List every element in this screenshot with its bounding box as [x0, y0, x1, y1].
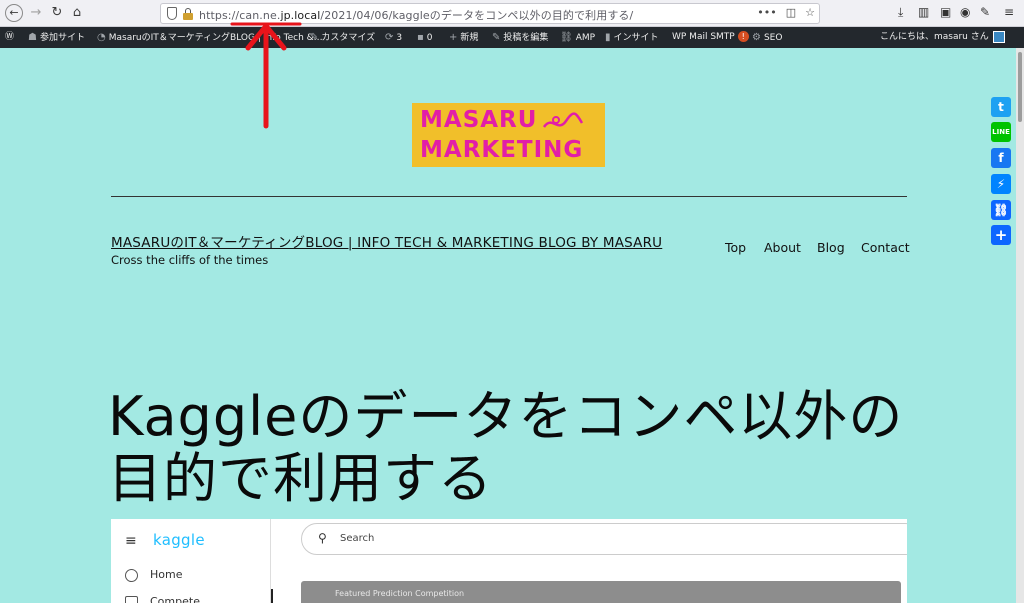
kaggle-nav-compete: Compete [125, 595, 200, 603]
my-sites-link[interactable]: ☗ 参加サイト [28, 27, 85, 48]
brush-icon: ✎ [310, 32, 319, 43]
hamburger-icon: ≡ [125, 533, 137, 549]
compass-icon [125, 568, 138, 582]
kaggle-nav-home: Home [125, 568, 182, 582]
kaggle-sidebar: ≡ kaggle Home Compete [111, 519, 271, 603]
insights-link[interactable]: ▮ インサイト [605, 27, 659, 48]
line-share-icon[interactable]: LINE [991, 122, 1011, 142]
wp-mail-smtp-link[interactable]: WP Mail SMTP! [672, 27, 749, 48]
twitter-share-icon[interactable]: t [991, 97, 1011, 117]
address-bar[interactable]: https://can.ne.jp.local/2021/04/06/kaggl… [160, 3, 820, 24]
site-logo[interactable]: MASARU MARKETING [412, 103, 605, 167]
dashboard-icon: ◔ [97, 32, 106, 43]
nav-top[interactable]: Top [725, 240, 746, 255]
wordpress-icon[interactable]: Ⓦ [5, 27, 14, 48]
logo-swirl-icon [542, 112, 584, 128]
nav-about[interactable]: About [764, 240, 801, 255]
updates-icon: ⟳ [385, 32, 394, 43]
scrollbar-track[interactable] [1016, 48, 1024, 603]
my-account-link[interactable]: こんにちは、masaru さん [880, 27, 1005, 48]
extension-icon[interactable]: ✎ [980, 5, 990, 19]
seo-gear-icon: ⚙ [752, 32, 761, 43]
kaggle-logo: kaggle [153, 531, 205, 549]
copy-link-icon[interactable]: ⛓ [991, 200, 1011, 220]
kaggle-featured-card: Featured Prediction Competition [301, 581, 901, 603]
seo-link[interactable]: ⚙ SEO [752, 27, 782, 48]
url-text[interactable]: https://can.ne.jp.local/2021/04/06/kaggl… [199, 7, 633, 23]
updates-link[interactable]: ⟳ 3 [385, 27, 402, 48]
kaggle-screenshot-image: ≡ kaggle Home Compete ⚲ Search Featured … [111, 519, 907, 603]
bookmark-star-icon[interactable]: ☆ [805, 6, 815, 19]
amp-link[interactable]: ⛓ AMP [560, 27, 595, 48]
account-icon[interactable]: ◉ [960, 5, 970, 19]
lock-icon[interactable] [183, 8, 193, 20]
bar-chart-icon: ▮ [605, 32, 611, 43]
kaggle-search-box: ⚲ Search [301, 523, 907, 555]
wp-admin-bar: Ⓦ ☗ 参加サイト ◔ MasaruのIT＆マーケティングBLOG | Info T… [0, 27, 1024, 48]
search-icon: ⚲ [318, 531, 327, 545]
customize-link[interactable]: ✎ カスタマイズ [310, 27, 375, 48]
page-actions-icon[interactable]: ••• [757, 6, 776, 19]
logo-line-2: MARKETING [420, 137, 584, 163]
red-arrow-annotation [230, 22, 302, 129]
new-content-link[interactable]: + 新規 [449, 27, 478, 48]
site-tagline: Cross the cliffs of the times [111, 253, 269, 267]
comments-link[interactable]: ▪ 0 [417, 27, 433, 48]
scrollbar-thumb[interactable] [1018, 52, 1022, 122]
library-icon[interactable]: ▥ [918, 5, 929, 19]
link-icon: ⛓ [560, 32, 573, 43]
facebook-share-icon[interactable]: f [991, 148, 1011, 168]
sidebar-icon[interactable]: ▣ [940, 5, 951, 19]
downloads-icon[interactable]: ⤓ [898, 5, 903, 20]
avatar [992, 30, 1005, 43]
pocket-icon[interactable]: ◫ [786, 6, 796, 19]
nav-blog[interactable]: Blog [817, 240, 845, 255]
plus-icon: + [449, 32, 458, 43]
browser-toolbar: ← → ↻ ⌂ https://can.ne.jp.local/2021/04/… [0, 0, 1024, 27]
home-button[interactable]: ⌂ [68, 4, 86, 22]
messenger-share-icon[interactable]: ⚡ [991, 174, 1011, 194]
pencil-icon: ✎ [492, 32, 501, 43]
notification-badge: ! [737, 31, 749, 42]
shield-icon[interactable] [167, 7, 177, 20]
nav-contact[interactable]: Contact [861, 240, 910, 255]
back-button[interactable]: ← [5, 4, 23, 22]
site-title-link[interactable]: MASARUのIT＆マーケティングBLOG | INFO TECH & MARK… [111, 231, 662, 251]
sites-icon: ☗ [28, 32, 37, 43]
share-plus-icon[interactable]: + [991, 225, 1011, 245]
edit-post-link[interactable]: ✎ 投稿を編集 [492, 27, 548, 48]
reload-button[interactable]: ↻ [48, 4, 66, 22]
post-title: Kaggleのデータをコンペ以外の目的で利用する [108, 385, 904, 511]
header-divider [111, 196, 907, 197]
url-actions: ••• ◫ ☆ [757, 6, 815, 19]
trophy-icon [125, 595, 138, 603]
site-name-link[interactable]: ◔ MasaruのIT＆マーケティングBLOG | Info Tech &… [97, 27, 323, 48]
menu-icon[interactable]: ≡ [1004, 5, 1014, 19]
forward-button[interactable]: → [27, 4, 45, 22]
kaggle-active-indicator [271, 589, 273, 603]
comment-icon: ▪ [417, 32, 424, 43]
